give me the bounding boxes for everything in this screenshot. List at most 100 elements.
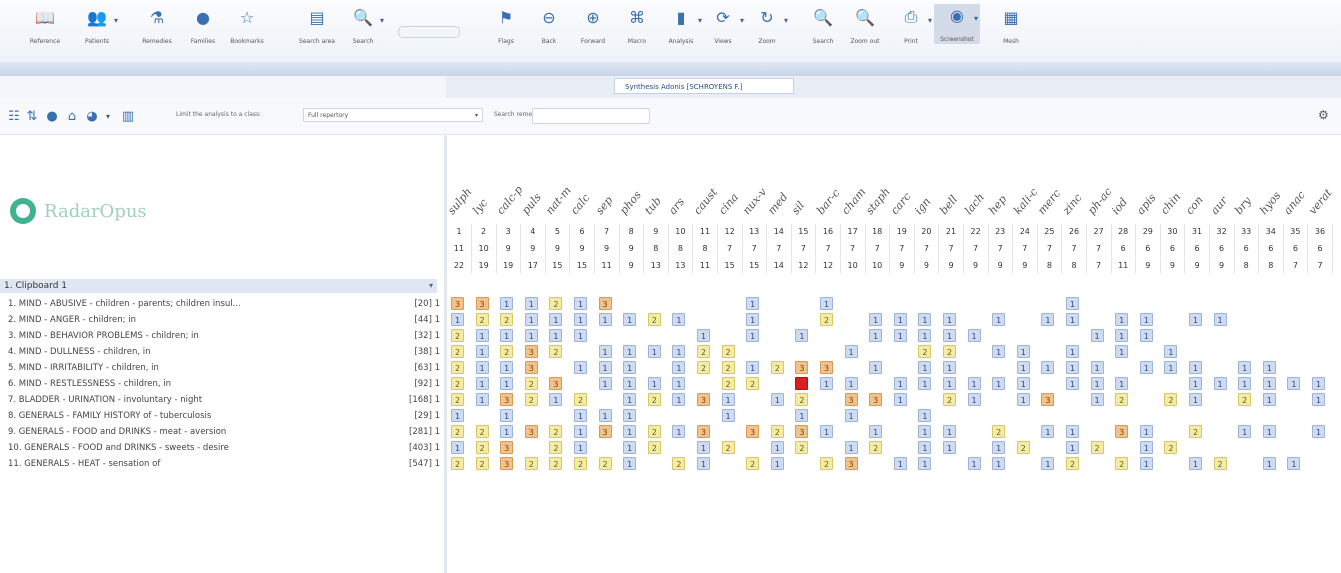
remedy-header[interactable]: sulph	[445, 185, 474, 217]
grade-cell[interactable]: 1	[795, 409, 809, 422]
grade-cell[interactable]: 1	[869, 329, 883, 342]
rubric-row[interactable]: 1. MIND - ABUSIVE - children - parents; …	[0, 296, 444, 312]
grade-cell[interactable]: 1	[967, 329, 981, 342]
grade-cell[interactable]: 2	[475, 457, 489, 470]
grade-cell[interactable]: 1	[943, 361, 956, 374]
rubric-row[interactable]: 11. GENERALS - HEAT - sensation of [547] …	[0, 456, 444, 472]
chevron-down-icon[interactable]: ▾	[974, 14, 978, 23]
grade-cell[interactable]: 3	[795, 425, 809, 438]
grade-cell[interactable]: 1	[1238, 361, 1252, 374]
grade-cell[interactable]: 1	[918, 329, 932, 342]
grade-cell[interactable]: 1	[500, 409, 514, 422]
ribbon-button-search[interactable]: 🔍 Search	[800, 6, 846, 46]
chevron-down-icon[interactable]: ▾	[100, 108, 116, 124]
grade-cell[interactable]: 1	[918, 457, 932, 470]
grade-cell[interactable]: 1	[770, 441, 784, 454]
grade-cell[interactable]: 2	[1115, 457, 1129, 470]
grade-cell[interactable]: 1	[844, 377, 858, 390]
ribbon-button-mesh[interactable]: ▦ Mesh	[988, 6, 1034, 46]
grade-cell[interactable]: 3	[1115, 425, 1129, 438]
grade-cell[interactable]: 1	[1090, 393, 1104, 406]
grade-cell[interactable]: 2	[524, 377, 538, 390]
grade-cell[interactable]: 1	[918, 441, 932, 454]
grade-cell[interactable]: 1	[844, 345, 858, 358]
remedy-header[interactable]: verat	[1306, 186, 1335, 217]
grade-cell[interactable]: 1	[574, 313, 587, 326]
grade-cell[interactable]: 2	[795, 393, 809, 406]
grade-cell[interactable]: 1	[992, 441, 1006, 454]
grade-cell[interactable]: 1	[647, 377, 661, 390]
grade-cell[interactable]: 2	[1164, 441, 1178, 454]
grade-cell[interactable]: 1	[500, 361, 514, 374]
remedy-header[interactable]: con	[1183, 193, 1206, 217]
grade-cell[interactable]: 1	[1238, 425, 1252, 438]
grade-cell[interactable]: 2	[672, 457, 686, 470]
rubric-row[interactable]: 9. GENERALS - FOOD and DRINKS - meat - a…	[0, 424, 444, 440]
grade-cell[interactable]: 1	[992, 457, 1006, 470]
remedy-header[interactable]: ars	[666, 195, 687, 217]
grade-cell[interactable]: 1	[475, 361, 489, 374]
grade-cell[interactable]: 2	[475, 425, 489, 438]
remedy-header[interactable]: caust	[691, 186, 720, 217]
grade-cell[interactable]: 2	[992, 425, 1006, 438]
grade-cell[interactable]: 1	[1164, 345, 1178, 358]
selected-cell[interactable]	[795, 377, 809, 390]
remedy-header[interactable]: hyos	[1257, 189, 1283, 217]
grade-cell[interactable]: 1	[697, 441, 710, 454]
grade-cell[interactable]: 1	[1066, 441, 1079, 454]
remedy-header[interactable]: cham	[839, 185, 868, 217]
grade-cell[interactable]: 2	[475, 313, 489, 326]
grade-cell[interactable]: 1	[943, 425, 956, 438]
ribbon-button-print[interactable]: ⎙ Print ▾	[888, 6, 934, 45]
grade-cell[interactable]: 2	[524, 457, 538, 470]
remedy-header[interactable]: ign	[912, 195, 933, 217]
grade-cell[interactable]: 1	[1115, 329, 1129, 342]
grade-cell[interactable]: 1	[1066, 377, 1079, 390]
chevron-down-icon[interactable]: ▾	[784, 16, 788, 25]
grade-cell[interactable]: 3	[549, 377, 563, 390]
remedy-header[interactable]: merc	[1035, 187, 1063, 217]
remedy-header[interactable]: kali-c	[1011, 186, 1040, 217]
grade-cell[interactable]: 1	[451, 409, 464, 422]
grade-cell[interactable]: 1	[1139, 457, 1153, 470]
remedy-header[interactable]: sil	[789, 199, 807, 217]
grade-cell[interactable]: 1	[1041, 457, 1055, 470]
grade-cell[interactable]: 1	[1312, 377, 1325, 390]
grade-cell[interactable]: 1	[918, 313, 932, 326]
grade-cell[interactable]: 1	[1312, 425, 1325, 438]
ribbon-button-search[interactable]: 🔍 Search ▾	[340, 6, 386, 46]
grade-cell[interactable]: 1	[1262, 377, 1276, 390]
ribbon-button-views[interactable]: ⟳ Views ▾	[700, 6, 746, 46]
grade-cell[interactable]: 2	[820, 457, 833, 470]
grade-cell[interactable]: 1	[1238, 377, 1252, 390]
grade-cell[interactable]: 2	[574, 393, 587, 406]
grade-cell[interactable]: 1	[869, 361, 883, 374]
rubric-row[interactable]: 3. MIND - BEHAVIOR PROBLEMS - children; …	[0, 328, 444, 344]
grade-cell[interactable]: 1	[1115, 313, 1129, 326]
grade-cell[interactable]: 1	[1189, 361, 1202, 374]
grade-cell[interactable]: 1	[992, 345, 1006, 358]
grade-cell[interactable]: 2	[1016, 441, 1030, 454]
grade-cell[interactable]: 2	[451, 329, 464, 342]
grade-cell[interactable]: 1	[500, 377, 514, 390]
grade-cell[interactable]: 1	[1016, 393, 1030, 406]
grade-cell[interactable]: 2	[647, 393, 661, 406]
grade-cell[interactable]: 3	[697, 425, 710, 438]
grade-cell[interactable]: 1	[549, 313, 563, 326]
grade-cell[interactable]: 1	[893, 313, 907, 326]
grade-cell[interactable]: 1	[451, 441, 464, 454]
grade-cell[interactable]: 3	[844, 393, 858, 406]
grade-cell[interactable]: 1	[598, 377, 612, 390]
grade-cell[interactable]: 1	[598, 345, 612, 358]
grade-cell[interactable]: 1	[943, 329, 956, 342]
grade-cell[interactable]: 1	[598, 361, 612, 374]
grade-cell[interactable]: 1	[623, 425, 637, 438]
grade-cell[interactable]: 1	[475, 345, 489, 358]
grade-cell[interactable]: 2	[697, 361, 710, 374]
grade-cell[interactable]: 1	[967, 377, 981, 390]
collapse-icon[interactable]: ▾	[429, 279, 433, 293]
grade-cell[interactable]: 2	[918, 345, 932, 358]
remedy-header[interactable]: nat-m	[543, 184, 574, 217]
grade-cell[interactable]: 2	[869, 441, 883, 454]
grade-cell[interactable]: 1	[820, 425, 833, 438]
